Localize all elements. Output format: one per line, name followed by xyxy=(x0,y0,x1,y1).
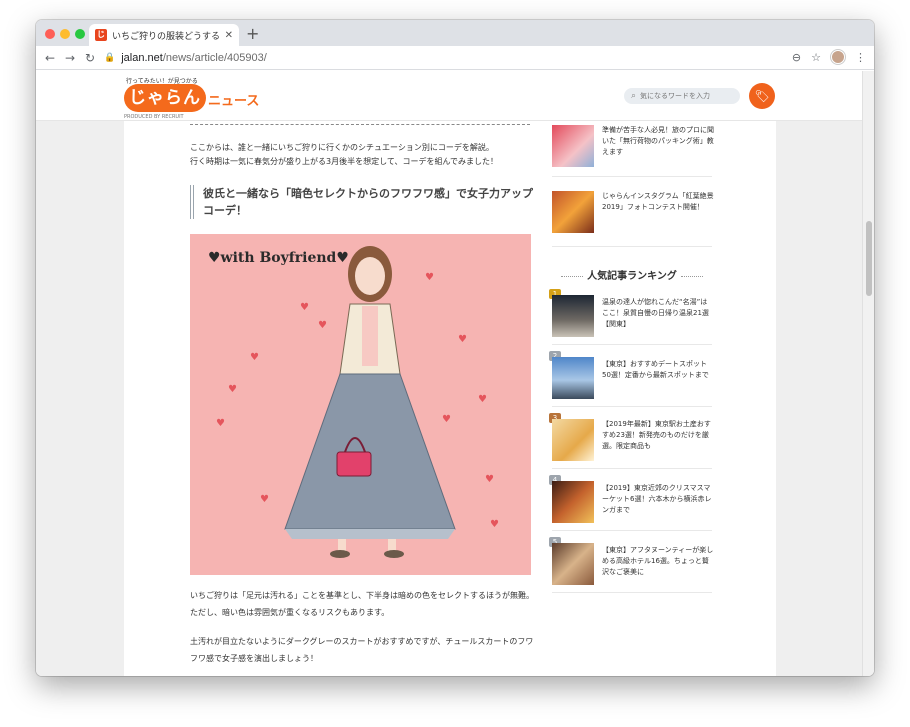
intro-line-1: ここからは、誰と一緒にいちご狩りに行くかのシチュエーション別にコーデを解説。 xyxy=(190,143,494,152)
paragraph-1: いちご狩りは「足元は汚れる」ことを基準とし、下半身は暗めの色をセレクトするほうが… xyxy=(190,591,534,617)
divider xyxy=(190,124,530,125)
tab-close-icon[interactable]: ✕ xyxy=(225,30,233,41)
main-content: ここからは、誰と一緒にいちご狩りに行くかのシチュエーション別にコーデを解説。 行… xyxy=(124,121,776,676)
logo-produced-by: PRODUCED BY RECRUIT xyxy=(124,114,184,120)
ranking-title: 温泉の達人が惚れこんだ“名湯”はここ！泉質自慢の日帰り温泉21選【関東】 xyxy=(602,298,709,328)
tag-button[interactable]: 🏷 xyxy=(749,83,775,109)
tag-icon: 🏷 xyxy=(754,89,770,103)
related-article-item[interactable]: 準備が苦手な人必見！旅のプロに聞いた「無行荷物のパッキング術」教えます xyxy=(552,121,714,177)
related-article-title: 準備が苦手な人必見！旅のプロに聞いた「無行荷物のパッキング術」教えます xyxy=(602,126,714,156)
address-bar[interactable]: 🔒 jalan.net/news/article/405903/ xyxy=(104,49,804,67)
heart-decoration-icon: ♥ xyxy=(458,334,467,345)
new-tab-button[interactable]: + xyxy=(246,24,259,43)
ranking-title: 【東京】おすすめデートスポット50選！定番から最新スポットまで xyxy=(602,360,709,379)
heart-decoration-icon: ♥ xyxy=(250,352,259,363)
related-article-title: じゃらんインスタグラム「紅葉絶景2019」フォトコンテスト開催！ xyxy=(602,192,714,211)
browser-tab[interactable]: じ いちご狩りの服装どうする？靴・持 ✕ xyxy=(89,24,239,46)
ranking-heading: 人気記事ランキング xyxy=(552,267,712,282)
heart-decoration-icon: ♥ xyxy=(442,414,451,425)
ranking-title: 【2019年最新】東京駅お土産おすすめ23選！新発売のものだけを厳選。限定商品も xyxy=(602,420,711,450)
page-scrollbar[interactable] xyxy=(862,71,874,676)
zoom-icon[interactable]: ⊖ xyxy=(792,51,801,64)
heart-decoration-icon: ♥ xyxy=(216,418,225,429)
ranking-title: 【2019】東京近郊のクリスマスマーケット6選！六本木から横浜赤レンガまで xyxy=(602,484,712,514)
ranking-thumbnail xyxy=(552,481,594,523)
heart-decoration-icon: ♥ xyxy=(490,519,499,530)
ranking-thumbnail xyxy=(552,357,594,399)
scrollbar-thumb[interactable] xyxy=(866,221,872,296)
article-body: ここからは、誰と一緒にいちご狩りに行くかのシチュエーション別にコーデを解説。 行… xyxy=(190,141,536,667)
ranking-title: 【東京】アフタヌーンティーが楽しめる高級ホテル16選。ちょっと贅沢なご褒美に xyxy=(602,546,714,576)
intro-line-2: 行く時期は一気に春気分が盛り上がる3月後半を想定して、コーデを組んでみました！ xyxy=(190,157,499,166)
section-heading: 彼氏と一緒なら「暗色セレクトからのフワフワ感」で女子力アップコーデ！ xyxy=(190,185,536,219)
search-input[interactable] xyxy=(640,92,731,100)
paragraph-2: 土汚れが目立たないようにダークグレーのスカートがおすすめですが、チュールスカート… xyxy=(190,637,534,663)
heart-decoration-icon: ♥ xyxy=(478,394,487,405)
ranking-thumbnail xyxy=(552,419,594,461)
search-icon: ⌕ xyxy=(631,91,637,101)
browser-window: じ いちご狩りの服装どうする？靴・持 ✕ + ← → ↻ 🔒 jalan.net… xyxy=(36,20,874,676)
jalan-favicon-icon: じ xyxy=(95,29,107,41)
menu-kebab-icon[interactable]: ⋮ xyxy=(855,51,866,64)
minimize-window-button[interactable] xyxy=(60,29,70,39)
heart-decoration-icon: ♥ xyxy=(318,320,327,331)
related-article-thumbnail xyxy=(552,191,594,233)
maximize-window-button[interactable] xyxy=(75,29,85,39)
site-search: ⌕ xyxy=(624,88,740,104)
url-text: jalan.net/news/article/405903/ xyxy=(121,52,267,64)
ranking-item[interactable]: 4 【2019】東京近郊のクリスマスマーケット6選！六本木から横浜赤レンガまで xyxy=(549,469,712,531)
heart-decoration-icon: ♥ xyxy=(425,272,434,283)
logo-main: じゃらん xyxy=(124,84,206,112)
ranking-item[interactable]: 2 【東京】おすすめデートスポット50選！定番から最新スポットまで xyxy=(549,345,712,407)
logo-news: ニュース xyxy=(208,94,260,109)
url-path: /news/article/405903/ xyxy=(162,52,267,64)
ranking-item[interactable]: 5 【東京】アフタヌーンティーが楽しめる高級ホテル16選。ちょっと贅沢なご褒美に xyxy=(549,531,714,593)
browser-toolbar: ← → ↻ 🔒 jalan.net/news/article/405903/ ⊖… xyxy=(36,46,874,70)
lock-icon: 🔒 xyxy=(104,53,116,63)
back-arrow-icon[interactable]: ← xyxy=(40,51,60,65)
tab-strip: じ いちご狩りの服装どうする？靴・持 ✕ + xyxy=(36,20,874,46)
reload-icon[interactable]: ↻ xyxy=(80,51,100,65)
heart-decoration-icon: ♥ xyxy=(260,494,269,505)
boyfriend-outfit-illustration: ♥with Boyfriend♥ ♥ ♥ ♥ ♥ ♥ ♥ ♥ ♥ ♥ ♥ ♥ ♥ xyxy=(190,234,531,575)
forward-arrow-icon[interactable]: → xyxy=(60,51,80,65)
ranking-thumbnail xyxy=(552,295,594,337)
ranking-item[interactable]: 3 【2019年最新】東京駅お土産おすすめ23選！新発売のものだけを厳選。限定商… xyxy=(549,407,712,469)
related-article-item[interactable]: じゃらんインスタグラム「紅葉絶景2019」フォトコンテスト開催！ xyxy=(552,183,714,247)
heart-decoration-icon: ♥ xyxy=(228,384,237,395)
site-header: 行ってみたい！が見つかる じゃらん ニュース PRODUCED BY RECRU… xyxy=(36,71,874,121)
url-host: jalan.net xyxy=(121,52,163,64)
bookmark-star-icon[interactable]: ☆ xyxy=(811,51,821,64)
heart-decoration-icon: ♥ xyxy=(485,474,494,485)
ranking-item[interactable]: 1 温泉の達人が惚れこんだ“名湯”はここ！泉質自慢の日帰り温泉21選【関東】 xyxy=(549,287,712,345)
web-page: 行ってみたい！が見つかる じゃらん ニュース PRODUCED BY RECRU… xyxy=(36,71,874,676)
heart-decoration-icon: ♥ xyxy=(300,302,309,313)
ranking-thumbnail xyxy=(552,543,594,585)
profile-avatar[interactable] xyxy=(831,50,845,64)
related-article-thumbnail xyxy=(552,125,594,167)
close-window-button[interactable] xyxy=(45,29,55,39)
tab-title: いちご狩りの服装どうする？靴・持 xyxy=(112,31,220,42)
